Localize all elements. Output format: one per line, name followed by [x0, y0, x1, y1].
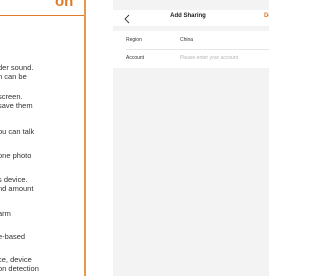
- document-line: e-based: [0, 232, 26, 241]
- document-heading: on: [55, 0, 74, 10]
- document-line: one photo: [0, 151, 32, 160]
- document-line: nd amount: [0, 184, 34, 193]
- account-input[interactable]: [180, 53, 269, 62]
- heading-rule: [0, 15, 85, 16]
- document-line: on detection: [0, 264, 39, 273]
- account-row[interactable]: Account: [113, 49, 269, 67]
- document-line: s device.: [0, 175, 28, 184]
- document-line: der sound.: [0, 63, 34, 72]
- region-row[interactable]: Region China: [113, 31, 269, 50]
- region-value[interactable]: China: [180, 37, 193, 43]
- document-line: ce, device: [0, 255, 32, 264]
- chevron-left-icon[interactable]: [123, 12, 133, 24]
- done-button[interactable]: Do: [264, 13, 269, 19]
- document-line: n can be: [0, 72, 27, 81]
- document-line: ou can talk: [0, 127, 35, 136]
- sharing-form: Region China Account: [113, 31, 269, 68]
- document-line: arm: [0, 209, 11, 218]
- column-divider: [84, 0, 86, 276]
- page-title: Add Sharing: [170, 13, 206, 19]
- document-line: save them: [0, 101, 33, 110]
- region-label: Region: [126, 37, 142, 43]
- document-panel: on der sound. n can be screen. save them…: [0, 0, 85, 276]
- account-label: Account: [126, 55, 145, 61]
- app-screen: Add Sharing Do Region China Account: [113, 0, 269, 276]
- nav-bar: Add Sharing Do: [113, 10, 269, 26]
- document-line: screen.: [0, 92, 23, 101]
